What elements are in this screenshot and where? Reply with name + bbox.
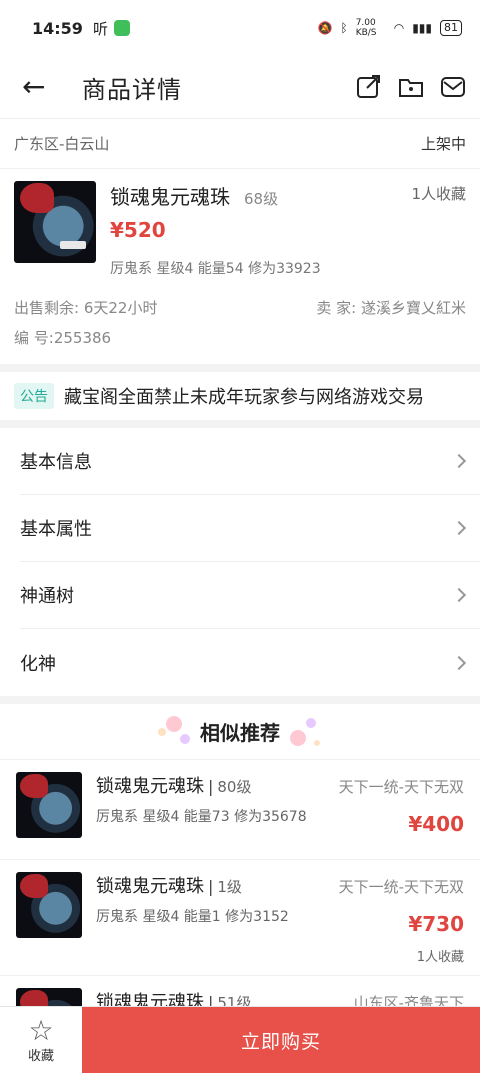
signal-icon: ▮▮▮ — [412, 21, 432, 35]
back-arrow-icon[interactable]: ← — [22, 73, 62, 101]
share-icon[interactable] — [356, 75, 382, 99]
notice-tag: 公告 — [14, 383, 54, 409]
decor-bubble-icon — [180, 734, 190, 744]
chevron-right-icon — [451, 453, 467, 469]
app-notification-icon: 听 — [92, 19, 108, 38]
similar-title: 相似推荐 — [200, 721, 280, 745]
page-title: 商品详情 — [82, 75, 182, 104]
chevron-right-icon — [451, 520, 467, 536]
top-navbar: ← 商品详情 — [0, 56, 480, 118]
item-level: 68级 — [244, 190, 279, 208]
network-speed: 7.00 KB/S — [355, 18, 377, 38]
similar-item[interactable]: 锁魂鬼元魂珠 | 1级 天下一统-天下无双 厉鬼系 星级4 能量1 修为3152… — [0, 860, 480, 976]
decor-bubble-icon — [290, 730, 306, 746]
wechat-icon — [113, 20, 130, 36]
decor-bubble-icon — [166, 716, 182, 732]
status-bar: 14:59 听 🔕 ᛒ 7.00 KB/S ◠ ▮▮▮ 81 — [0, 0, 480, 56]
buy-now-button[interactable]: 立即购买 — [82, 1007, 480, 1073]
item-id: 编 号:255386 — [14, 328, 112, 347]
chevron-right-icon — [451, 587, 467, 603]
decor-bubble-icon — [158, 728, 166, 736]
menu-item-basic-info[interactable]: 基本信息 — [20, 428, 480, 495]
menu-item-basic-attributes[interactable]: 基本属性 — [20, 495, 480, 562]
mute-icon: 🔕 — [317, 21, 333, 35]
decor-bubble-icon — [306, 718, 316, 728]
notice-bar[interactable]: 公告 藏宝阁全面禁止未成年玩家参与网络游戏交易 — [0, 372, 480, 420]
wifi-icon: ◠ — [393, 21, 405, 35]
similar-item-thumbnail — [16, 772, 82, 838]
item-region: 广东区-白云山 — [14, 135, 110, 153]
folder-star-icon[interactable] — [398, 75, 424, 99]
bottom-action-bar: ☆ 收藏 立即购买 — [0, 1006, 480, 1073]
detail-menu: 基本信息 基本属性 神通树 化神 — [0, 428, 480, 696]
notice-text: 藏宝阁全面禁止未成年玩家参与网络游戏交易 — [64, 387, 424, 408]
menu-item-skill-tree[interactable]: 神通树 — [20, 562, 480, 629]
bluetooth-icon: ᛒ — [340, 21, 348, 35]
item-card: 广东区-白云山 上架中 锁魂鬼元魂珠 68级 1人收藏 ¥520 厉鬼系 星级4… — [0, 118, 480, 364]
item-favorites: 1人收藏 — [411, 185, 466, 203]
menu-item-transform[interactable]: 化神 — [20, 629, 480, 696]
item-price: ¥520 — [110, 218, 166, 242]
similar-item-thumbnail — [16, 872, 82, 938]
mail-icon[interactable] — [440, 75, 466, 99]
battery-indicator: 81 — [440, 20, 462, 36]
seller[interactable]: 卖 家: 遂溪乡寶乂紅米 — [316, 297, 466, 318]
remaining-time: 出售剩余: 6天22小时 — [14, 298, 158, 317]
decor-bubble-icon — [314, 740, 320, 746]
chevron-right-icon — [451, 655, 467, 670]
similar-item[interactable]: 锁魂鬼元魂珠 | 80级 天下一统-天下无双 厉鬼系 星级4 能量73 修为35… — [0, 760, 480, 860]
item-thumbnail[interactable] — [14, 181, 96, 263]
item-name: 锁魂鬼元魂珠 — [110, 185, 230, 209]
star-icon: ☆ — [28, 1013, 54, 1047]
item-attributes: 厉鬼系 星级4 能量54 修为33923 — [110, 261, 321, 277]
status-time: 14:59 — [32, 18, 83, 38]
item-status: 上架中 — [420, 135, 466, 153]
favorite-button[interactable]: ☆ 收藏 — [0, 1007, 82, 1073]
